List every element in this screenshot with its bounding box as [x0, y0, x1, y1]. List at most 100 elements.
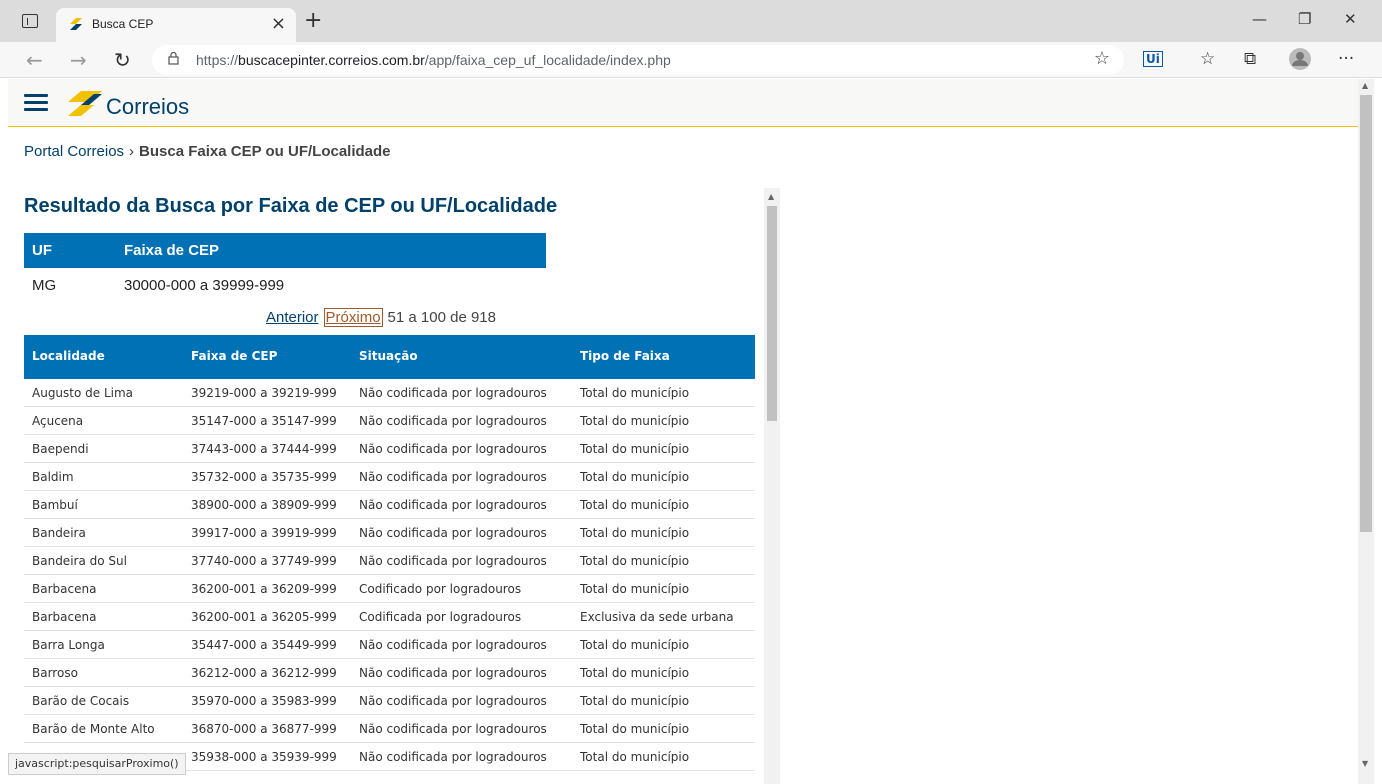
cell-situacao: Codificado por logradouros — [359, 582, 522, 596]
cell-situacao: Não codificada por logradouros — [359, 442, 547, 456]
table-row: Barão de Monte Alto 36870-000 a 36877-999… — [24, 715, 755, 743]
cell-tipo-faixa: Total do município — [580, 442, 690, 456]
url-text: https://buscacepinter.correios.com.br/ap… — [196, 52, 671, 68]
page-scrollbar-thumb[interactable] — [1360, 95, 1372, 532]
cell-localidade: Barão de Monte Alto — [32, 722, 155, 736]
page-scrollbar[interactable]: ▲ ▼ — [1358, 79, 1374, 784]
cell-tipo-faixa: Total do município — [580, 582, 690, 596]
tab-actions-icon[interactable] — [22, 14, 38, 28]
lock-icon — [168, 52, 179, 65]
table-row: Açucena 35147-000 a 35147-999 Não codifica… — [24, 407, 755, 435]
scrollbar-thumb[interactable] — [767, 206, 777, 421]
cell-localidade: Augusto de Lima — [32, 386, 134, 400]
tab-title: Busca CEP — [92, 17, 154, 31]
cell-faixa-cep: 36200-001 a 36209-999 — [191, 582, 337, 596]
cell-localidade: Bandeira do Sul — [32, 554, 127, 568]
reload-icon[interactable]: ↻ — [114, 48, 131, 72]
next-link[interactable]: Próximo — [323, 308, 383, 327]
cell-situacao: Não codificada por logradouros — [359, 498, 547, 512]
table-row: Bandeira do Sul 37740-000 a 37749-999 Não … — [24, 547, 755, 575]
cell-tipo-faixa: Total do município — [580, 638, 690, 652]
forward-icon[interactable]: → — [70, 48, 87, 72]
cell-faixa-cep: 35147-000 a 35147-999 — [191, 414, 337, 428]
cell-faixa-cep: 37443-000 a 37444-999 — [191, 442, 337, 456]
uf-value: MG — [32, 277, 57, 294]
cell-situacao: Não codificada por logradouros — [359, 386, 547, 400]
col-header-faixa: Faixa de CEP — [191, 349, 278, 363]
col-header-situacao: Situação — [359, 349, 418, 363]
back-icon[interactable]: ← — [26, 48, 43, 72]
cell-situacao: Codificada por logradouros — [359, 610, 522, 624]
previous-link[interactable]: Anterior — [266, 309, 319, 326]
profile-avatar-icon[interactable] — [1289, 48, 1311, 70]
cell-tipo-faixa: Total do município — [580, 554, 690, 568]
cell-tipo-faixa: Total do município — [580, 386, 690, 400]
table-row: Bandeira 39917-000 a 39919-999 Não codific… — [24, 519, 755, 547]
cell-situacao: Não codificada por logradouros — [359, 554, 547, 568]
collections-icon[interactable]: ⧉ — [1244, 49, 1256, 69]
browser-tab[interactable]: Busca CEP × — [56, 8, 296, 42]
svg-text:Correios: Correios — [106, 94, 189, 119]
result-range-text: 51 a 100 de 918 — [387, 309, 496, 326]
cell-faixa-cep: 36212-000 a 36212-999 — [191, 666, 337, 680]
results-table: Localidade Faixa de CEP Situação Tipo de… — [24, 335, 755, 771]
cell-faixa-cep: 35732-000 a 35735-999 — [191, 470, 337, 484]
cell-situacao: Não codificada por logradouros — [359, 694, 547, 708]
cell-faixa-cep: 38900-000 a 38909-999 — [191, 498, 337, 512]
window-close-icon[interactable]: ✕ — [1344, 10, 1357, 28]
cell-faixa-cep: 35970-000 a 35983-999 — [191, 694, 337, 708]
cell-situacao: Não codificada por logradouros — [359, 470, 547, 484]
results-table-header: Localidade Faixa de CEP Situação Tipo de… — [24, 335, 755, 379]
cell-localidade: Barbacena — [32, 610, 97, 624]
cell-localidade: Bambuí — [32, 498, 78, 512]
breadcrumb: Portal Correios › Busca Faixa CEP ou UF/Lo… — [24, 143, 391, 160]
cell-tipo-faixa: Total do município — [580, 470, 690, 484]
uf-header-faixa: Faixa de CEP — [124, 242, 220, 259]
cell-localidade: Açucena — [32, 414, 84, 428]
table-row: Bambuí 38900-000 a 38909-999 Não codificad… — [24, 491, 755, 519]
scroll-up-arrow-icon[interactable]: ▲ — [768, 192, 774, 201]
cell-tipo-faixa: Total do município — [580, 750, 690, 764]
cell-faixa-cep: 35938-000 a 35939-999 — [191, 750, 337, 764]
table-row: Baependi 37443-000 a 37444-999 Não codific… — [24, 435, 755, 463]
favorites-icon[interactable]: ☆ — [1200, 49, 1215, 69]
correios-logo[interactable]: Correios — [68, 88, 208, 120]
page-title: Resultado da Busca por Faixa de CEP ou U… — [24, 195, 558, 217]
cell-localidade: Bandeira — [32, 526, 86, 540]
cell-situacao: Não codificada por logradouros — [359, 750, 547, 764]
site-header: Correios — [8, 79, 1358, 127]
cell-faixa-cep: 37740-000 a 37749-999 — [191, 554, 337, 568]
add-favorite-icon[interactable]: ☆ — [1094, 48, 1110, 69]
page-scroll-up-icon[interactable]: ▲ — [1362, 81, 1368, 90]
cell-tipo-faixa: Total do município — [580, 722, 690, 736]
cell-faixa-cep: 39219-000 a 39219-999 — [191, 386, 337, 400]
cell-localidade: Barra Longa — [32, 638, 105, 652]
table-row: Barroso 36212-000 a 36212-999 Não codifica… — [24, 659, 755, 687]
status-bar: javascript:pesquisarProximo() — [8, 753, 186, 775]
new-tab-icon[interactable]: + — [304, 8, 322, 33]
table-row: Barbacena 36200-001 a 36209-999 Codificado… — [24, 575, 755, 603]
pagination: Anterior Próximo 51 a 100 de 918 — [266, 308, 496, 327]
results-scrollbar[interactable]: ▲ — [764, 188, 780, 784]
table-row: Barão de Cocais 35970-000 a 35983-999 Não … — [24, 687, 755, 715]
page-scroll-down-icon[interactable]: ▼ — [1362, 759, 1368, 768]
cell-localidade: Barroso — [32, 666, 78, 680]
cell-faixa-cep: 39917-000 a 39919-999 — [191, 526, 337, 540]
correios-favicon-icon — [70, 18, 82, 30]
hamburger-menu-icon[interactable] — [24, 94, 48, 112]
ui-extension-icon[interactable]: Ui — [1143, 51, 1163, 67]
table-row: Augusto de Lima 39219-000 a 39219-999 Não … — [24, 379, 755, 407]
cell-localidade: Baependi — [32, 442, 89, 456]
more-menu-icon[interactable]: ··· — [1338, 49, 1354, 69]
tab-close-icon[interactable]: × — [271, 13, 286, 34]
cell-tipo-faixa: Total do município — [580, 666, 690, 680]
table-row: Barbacena 36200-001 a 36205-999 Codificada… — [24, 603, 755, 631]
table-row: Baldim 35732-000 a 35735-999 Não codificad… — [24, 463, 755, 491]
minimize-icon[interactable]: — — [1252, 10, 1267, 28]
cell-tipo-faixa: Total do município — [580, 526, 690, 540]
uf-table-header: UF Faixa de CEP — [24, 233, 546, 268]
breadcrumb-home-link[interactable]: Portal Correios — [24, 143, 124, 160]
url-bar[interactable]: https://buscacepinter.correios.com.br/ap… — [152, 45, 1124, 75]
restore-icon[interactable]: ❐ — [1298, 10, 1311, 28]
cell-faixa-cep: 36870-000 a 36877-999 — [191, 722, 337, 736]
